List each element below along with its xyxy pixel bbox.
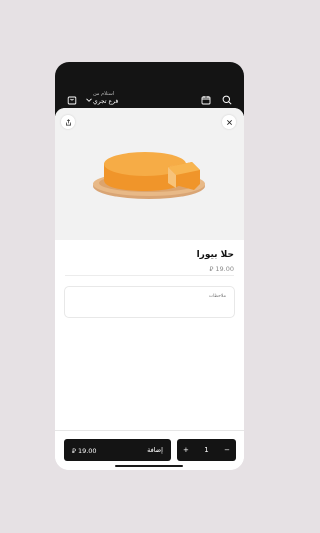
add-label: إضافة — [147, 446, 163, 454]
share-button[interactable] — [61, 115, 75, 129]
quantity-stepper: + 1 − — [177, 439, 236, 461]
notes-input[interactable] — [65, 287, 234, 317]
product-image — [55, 108, 244, 240]
close-button[interactable] — [222, 115, 236, 129]
close-icon — [226, 119, 232, 125]
home-indicator — [115, 465, 183, 467]
cake-image — [93, 152, 205, 199]
product-price-value: 19.00 — [215, 265, 234, 273]
increment-button[interactable]: + — [183, 446, 189, 454]
pickup-branch: فرع تجري — [93, 98, 119, 105]
bottom-action-bar: ⃁ 19.00 إضافة + 1 − — [55, 430, 244, 470]
notes-field[interactable] — [64, 286, 235, 318]
bag-icon[interactable] — [66, 94, 78, 106]
currency-symbol: ⃁ — [72, 446, 76, 455]
divider — [65, 275, 234, 276]
product-name: حلا بيورا — [196, 250, 234, 260]
pickup-label: استلام من — [93, 91, 115, 97]
quantity-value: 1 — [204, 446, 209, 454]
calendar-icon[interactable] — [200, 94, 212, 106]
share-icon — [65, 118, 71, 125]
decrement-button[interactable]: − — [224, 446, 230, 454]
cart-total-value: 19.00 — [77, 446, 97, 455]
add-to-cart-button[interactable]: ⃁ 19.00 إضافة — [64, 439, 171, 461]
currency-symbol: ⃁ — [209, 265, 214, 273]
chevron-down-icon[interactable] — [85, 96, 93, 104]
search-icon[interactable] — [221, 94, 233, 106]
cart-total: ⃁ 19.00 — [72, 446, 97, 455]
pickup-branch-selector[interactable]: استلام من فرع تجري — [93, 90, 133, 106]
product-price: ⃁ 19.00 — [209, 264, 234, 273]
product-sheet: حلا بيورا ⃁ 19.00 ⃁ 19.00 إضافة + 1 − — [55, 108, 244, 470]
phone-screen: استلام من فرع تجري حلا بيو — [55, 62, 244, 470]
